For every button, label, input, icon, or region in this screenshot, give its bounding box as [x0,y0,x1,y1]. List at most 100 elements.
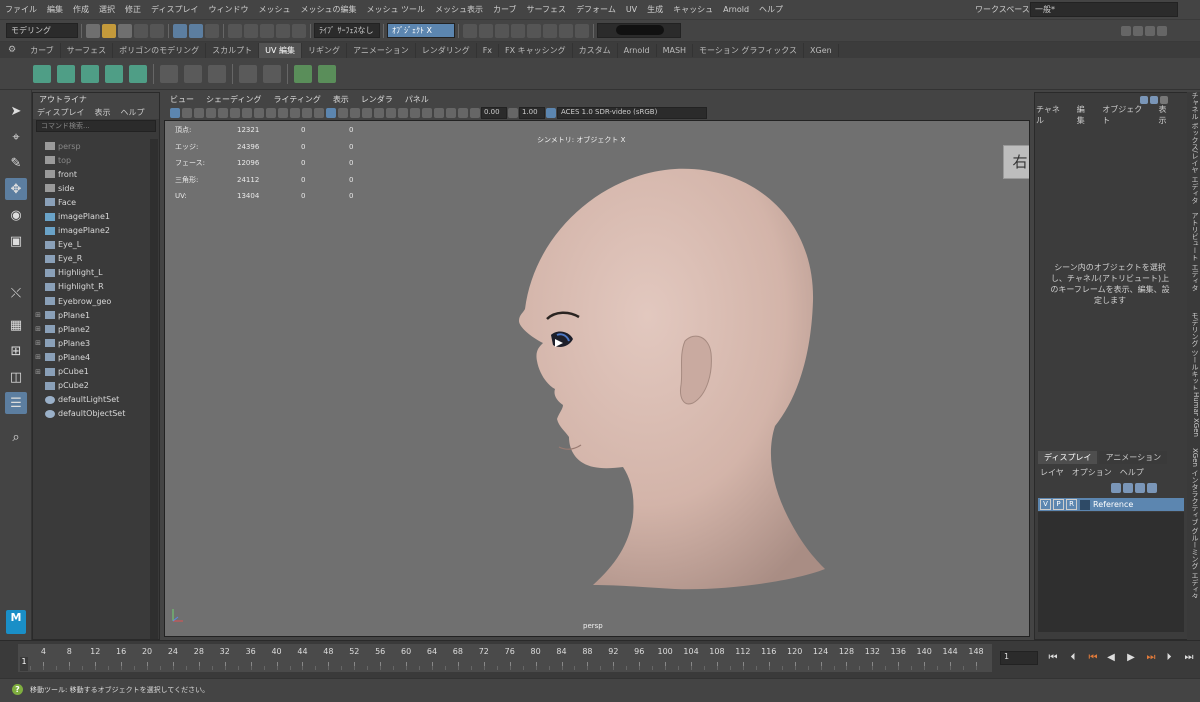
ipr-render-icon[interactable] [495,23,509,38]
uv-sew-icon[interactable] [184,64,202,83]
side-tab[interactable]: Human IK [1187,392,1200,416]
outliner-item[interactable]: Eye_R [33,252,149,266]
redo-icon[interactable] [150,23,164,38]
camera-attributes-icon[interactable] [170,108,180,118]
side-tab[interactable]: XGen インタラクティブ グルーミング エディタ [1187,448,1200,598]
channel-box-menu-item[interactable]: 表示 [1159,104,1174,126]
snap-view-icon[interactable] [276,23,290,38]
outliner-item[interactable]: side [33,181,149,195]
uv-unfold-icon[interactable] [208,64,226,83]
ambient-occlusion-icon[interactable] [386,108,396,118]
outliner-item[interactable]: Face [33,195,149,209]
layer-display-type-toggle[interactable]: R [1066,499,1077,510]
outliner-item[interactable]: defaultLightSet [33,393,149,407]
menu-item[interactable]: ファイル [0,4,42,15]
render-icon[interactable] [479,23,493,38]
arnold-render-icon[interactable] [543,23,557,38]
outliner-item[interactable]: Eye_L [33,238,149,252]
pause-arnold-icon[interactable] [575,23,589,38]
shelf-tab[interactable]: レンダリング [416,42,477,58]
live-surface-select[interactable]: ﾗｲﾌﾞ ｻｰﾌｪｽなし [314,23,380,38]
shadows-icon[interactable] [374,108,384,118]
single-perspective-layout-icon[interactable]: ▦ [5,314,27,336]
search-icon[interactable]: ⌕ [5,426,27,448]
hypershade-icon[interactable] [527,23,541,38]
isolate-select-icon[interactable] [422,108,432,118]
expand-toggle-icon[interactable]: ⊞ [33,368,43,376]
channel-box-menu-item[interactable]: 編集 [1077,104,1092,126]
rotate-tool-icon[interactable]: ◉ [5,204,27,226]
shelf-tab[interactable]: XGen [804,43,839,57]
viewport-menu-item[interactable]: ビュー [164,94,200,105]
backface-culling-icon[interactable] [458,108,468,118]
shelf-tab[interactable]: カーブ [24,42,61,58]
shelf-tab[interactable]: モーション グラフィックス [693,42,805,58]
outliner-item[interactable]: ⊞ pPlane4 [33,350,149,364]
grid-toggle-icon[interactable] [230,108,240,118]
scale-tool-icon[interactable]: ▣ [5,230,27,252]
safe-title-icon[interactable] [302,108,312,118]
layer-playback-toggle[interactable]: P [1053,499,1064,510]
layer-visibility-toggle[interactable]: V [1040,499,1051,510]
select-tool-icon[interactable]: ➤ [5,100,27,122]
layer-editor-menu-item[interactable]: レイヤ [1040,467,1064,478]
outliner-item[interactable]: Highlight_R [33,280,149,294]
color-management-icon[interactable] [546,108,556,118]
menu-item[interactable]: 編集 [42,4,68,15]
outliner-item[interactable]: top [33,153,149,167]
viewport-menu-item[interactable]: パネル [399,94,435,105]
shelf-tab[interactable]: リギング [302,42,348,58]
mode-select[interactable]: モデリング [6,23,78,38]
gate-mask-icon[interactable] [266,108,276,118]
menu-item[interactable]: Arnold [718,5,754,14]
expand-toggle-icon[interactable]: ⊞ [33,311,43,319]
side-tab[interactable]: チャネル ボックス/レイヤ エディタ [1187,92,1200,210]
channel-box-menu-item[interactable]: オブジェクト [1102,104,1148,126]
shelf-tab[interactable]: Fx [477,43,500,57]
menu-item[interactable]: キャッシュ [668,4,718,15]
play-backwards-icon[interactable]: ◀ [1104,651,1118,665]
lights-icon[interactable] [362,108,372,118]
two-d-pan-icon[interactable] [206,108,216,118]
paint-select-tool-icon[interactable]: ✎ [5,152,27,174]
go-to-end-icon[interactable]: ⏭ [1182,651,1196,665]
outliner-item[interactable]: ⊞ pPlane3 [33,336,149,350]
menu-item[interactable]: メッシュ [253,4,295,15]
shelf-tab[interactable]: カスタム [573,42,618,58]
channel-box-menu-item[interactable]: チャネル [1036,104,1067,126]
uv-spherical-icon[interactable] [81,64,99,83]
channel-box-icon[interactable] [1157,26,1167,36]
outliner-item[interactable]: front [33,167,149,181]
last-tool-icon[interactable]: ⤬ [5,282,27,304]
menu-item[interactable]: メッシュ表示 [430,4,488,15]
workspace-select[interactable]: 一般* [1030,2,1178,17]
viewport-persp[interactable]: 頂点: 12321 0 0 エッジ: 24396 0 0 フェース: 12096 0 0 三角形: 241… [164,120,1030,637]
shelf-tab[interactable]: UV 編集 [259,42,303,58]
both-toggle-icon[interactable] [1160,96,1168,104]
menu-item[interactable]: デフォーム [571,4,621,15]
viewport-menu-item[interactable]: レンダラ [355,94,399,105]
move-tool-icon[interactable]: ✥ [5,178,27,200]
two-view-layout-icon[interactable]: ◫ [5,366,27,388]
anti-aliasing-icon[interactable] [398,108,408,118]
select-component-icon[interactable] [205,23,219,38]
film-gate-icon[interactable] [242,108,252,118]
menu-item[interactable]: 選択 [94,4,120,15]
outliner-menu-item[interactable]: 表示 [94,107,110,118]
uv-cut-icon[interactable] [160,64,178,83]
outliner-item[interactable]: pCube2 [33,379,149,393]
depth-of-field-icon[interactable] [410,108,420,118]
field-chart-icon[interactable] [278,108,288,118]
go-to-start-icon[interactable]: ⏮ [1046,651,1060,665]
snap-point-icon[interactable] [260,23,274,38]
menu-item[interactable]: サーフェス [522,4,572,15]
move-layer-down-icon[interactable] [1123,483,1133,493]
play-forwards-icon[interactable]: ▶ [1124,651,1138,665]
menu-item[interactable]: 生成 [642,4,668,15]
step-forward-key-icon[interactable]: ⏭ [1144,651,1158,665]
gamma-field[interactable]: 1.00 [519,107,545,119]
render-view-icon[interactable] [463,23,477,38]
uv-cylindrical-icon[interactable] [57,64,75,83]
new-layer-selected-icon[interactable] [1147,483,1157,493]
image-plane-toggle-icon[interactable] [194,108,204,118]
